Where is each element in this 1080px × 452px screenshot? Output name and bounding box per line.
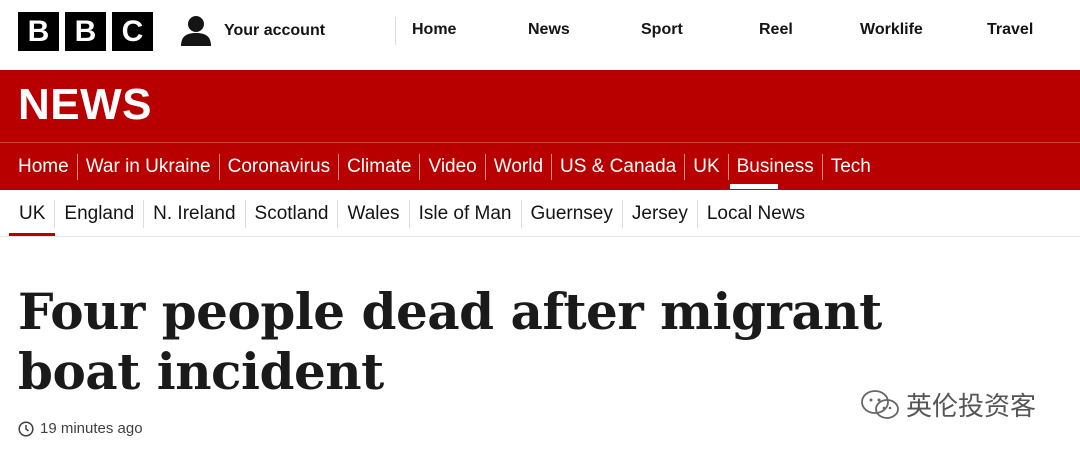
watermark: 英伦投资客 <box>860 386 1036 423</box>
main-nav-video[interactable]: Video <box>420 154 486 180</box>
bbc-logo-letter: C <box>112 12 153 51</box>
top-nav-travel[interactable]: Travel <box>987 21 1033 39</box>
sub-nav-guernsey[interactable]: Guernsey <box>522 200 623 228</box>
sub-nav-wales[interactable]: Wales <box>338 200 410 228</box>
sub-nav-england[interactable]: England <box>55 200 145 228</box>
top-bar: B B C Your account Home News Sport Reel … <box>0 0 1080 70</box>
bbc-logo-letter: B <box>65 12 106 51</box>
user-icon <box>181 16 211 46</box>
bbc-logo-letter: B <box>18 12 59 51</box>
main-nav-business[interactable]: Business <box>729 154 823 180</box>
sub-nav-uk[interactable]: UK <box>10 200 56 228</box>
article-timestamp: 19 minutes ago <box>18 420 143 437</box>
news-section-title[interactable]: NEWS <box>18 80 152 130</box>
top-nav-sport[interactable]: Sport <box>641 21 683 39</box>
clock-icon <box>18 420 34 437</box>
main-nav-war-in-ukraine[interactable]: War in Ukraine <box>78 154 220 180</box>
main-nav-uk[interactable]: UK <box>685 154 729 180</box>
article-headline: Four people dead after migrant boat inci… <box>18 282 882 401</box>
main-nav-us-canada[interactable]: US & Canada <box>552 154 686 180</box>
sub-nav-jersey[interactable]: Jersey <box>623 200 698 228</box>
sub-nav-n-ireland[interactable]: N. Ireland <box>144 200 246 228</box>
main-nav-world[interactable]: World <box>486 154 553 180</box>
sub-nav: UK England N. Ireland Scotland Wales Isl… <box>0 198 814 230</box>
timestamp-text: 19 minutes ago <box>40 420 143 437</box>
wechat-icon <box>861 389 899 419</box>
sub-nav-local-news[interactable]: Local News <box>698 200 814 228</box>
divider <box>0 142 1080 143</box>
main-nav-coronavirus[interactable]: Coronavirus <box>220 154 340 180</box>
top-nav-reel[interactable]: Reel <box>759 21 793 39</box>
sub-nav-scotland[interactable]: Scotland <box>246 200 339 228</box>
divider <box>0 236 1080 237</box>
top-nav-news[interactable]: News <box>528 21 570 39</box>
top-nav-home[interactable]: Home <box>412 21 456 39</box>
bbc-logo[interactable]: B B C <box>18 12 153 51</box>
divider <box>395 17 396 45</box>
your-account-link[interactable]: Your account <box>180 14 325 48</box>
main-nav-climate[interactable]: Climate <box>339 154 421 180</box>
your-account-label: Your account <box>224 22 326 39</box>
top-nav-worklife[interactable]: Worklife <box>860 21 923 39</box>
sub-nav-isle-of-man[interactable]: Isle of Man <box>410 200 522 228</box>
watermark-text: 英伦投资客 <box>906 392 1037 422</box>
main-nav-home[interactable]: Home <box>10 154 78 180</box>
active-tab-indicator <box>730 184 778 189</box>
main-nav: Home War in Ukraine Coronavirus Climate … <box>0 150 879 184</box>
main-nav-tech[interactable]: Tech <box>823 154 879 180</box>
